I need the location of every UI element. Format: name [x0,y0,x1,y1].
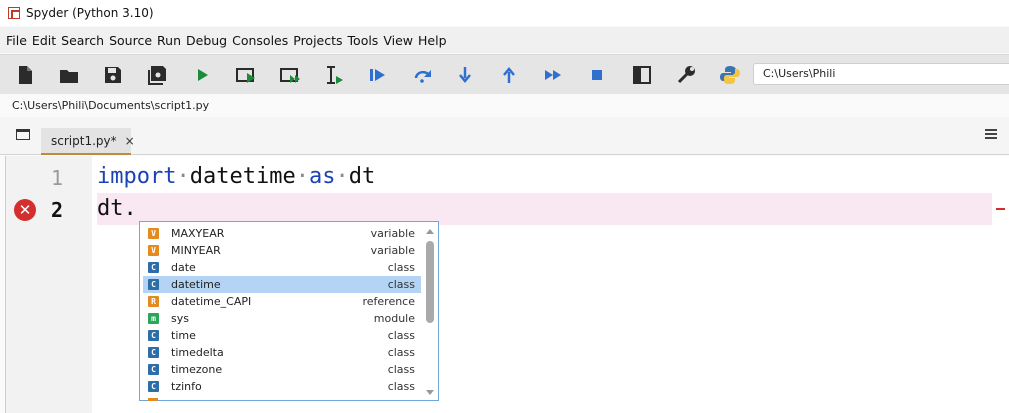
run-icon[interactable] [189,63,215,87]
menu-run[interactable]: Run [157,31,181,50]
continue-icon[interactable] [540,63,566,87]
identifier: datetime [189,164,296,189]
tab-close-icon[interactable]: × [125,134,135,148]
completion-item[interactable]: V MAXYEAR variable [143,225,421,242]
completion-item-selected[interactable]: C datetime class [143,276,421,293]
tab-label: script1.py* [51,133,117,148]
keyword: as [308,164,336,189]
line-number: 2 [50,198,64,222]
completion-item[interactable]: C timedelta class [143,344,421,361]
menu-projects[interactable]: Projects [293,31,342,50]
menu-search[interactable]: Search [61,31,104,50]
completion-item[interactable]: m sys module [143,310,421,327]
completion-item[interactable]: C time class [143,327,421,344]
identifier: dt [348,164,376,189]
window-title: Spyder (Python 3.10) [26,6,154,20]
keyword: import [97,164,177,189]
browse-tabs-icon[interactable] [16,129,30,140]
open-file-icon[interactable] [56,63,82,87]
scrollbar-thumb[interactable] [426,241,434,323]
save-all-icon[interactable] [144,63,170,87]
new-file-icon[interactable] [12,63,38,87]
reference-icon: R [148,296,159,307]
error-icon[interactable]: ✕ [14,199,36,221]
class-icon: C [148,347,159,358]
error-scroll-marker [996,208,1005,210]
current-file-path: C:\Users\Phili\Documents\script1.py [12,99,210,112]
step-into-icon[interactable] [452,63,478,87]
class-icon: C [148,262,159,273]
python-path-manager-icon[interactable] [717,63,743,87]
editor-tab-bar: script1.py* × [0,117,1009,155]
tab-script1[interactable]: script1.py* × [41,128,135,155]
completion-item[interactable]: V MINYEAR variable [143,242,421,259]
menu-debug[interactable]: Debug [186,31,227,50]
run-selection-icon[interactable] [321,63,347,87]
menu-bar: File Edit Search Source Run Debug Consol… [0,27,1009,53]
line-number: 1 [50,166,64,190]
menu-help[interactable]: Help [418,31,447,50]
module-icon: m [148,313,159,324]
menu-source[interactable]: Source [109,31,152,50]
run-cell-icon[interactable] [233,63,259,87]
menu-file[interactable]: File [6,31,27,50]
run-cell-advance-icon[interactable] [277,63,303,87]
menu-view[interactable]: View [383,31,413,50]
variable-icon: V [148,245,159,256]
completion-scrollbar[interactable] [425,227,435,397]
step-icon[interactable] [410,63,436,87]
line-number-gutter: 1 ✕ 2 [6,156,92,413]
completion-item[interactable]: C timezone class [143,361,421,378]
code-line-1: import·datetime·as·dt [97,164,376,189]
options-menu-icon[interactable] [985,129,997,139]
save-icon[interactable] [100,63,126,87]
completion-item[interactable]: C date class [143,259,421,276]
menu-edit[interactable]: Edit [32,31,56,50]
debug-icon[interactable] [365,63,391,87]
spyder-logo-icon [8,7,20,19]
step-return-icon[interactable] [496,63,522,87]
completion-item[interactable]: C tzinfo class [143,378,421,395]
partial-completion-item [148,398,158,401]
preferences-wrench-icon[interactable] [673,63,699,87]
title-bar: Spyder (Python 3.10) [0,0,1009,26]
completion-item[interactable]: R datetime_CAPI reference [143,293,421,310]
menu-consoles[interactable]: Consoles [232,31,288,50]
variable-icon: V [148,228,159,239]
stop-icon[interactable] [584,63,610,87]
class-icon: C [148,279,159,290]
class-icon: C [148,364,159,375]
class-icon: C [148,381,159,392]
scroll-down-arrow-icon[interactable] [426,390,434,395]
class-icon: C [148,330,159,341]
menu-tools[interactable]: Tools [348,31,379,50]
working-directory-input[interactable]: C:\Users\Phili [753,63,1009,85]
code-line-2: dt. [97,196,137,221]
code-completion-popup[interactable]: V MAXYEAR variable V MINYEAR variable C … [139,221,439,401]
maximize-pane-icon[interactable] [629,63,655,87]
scroll-up-arrow-icon[interactable] [426,229,434,234]
